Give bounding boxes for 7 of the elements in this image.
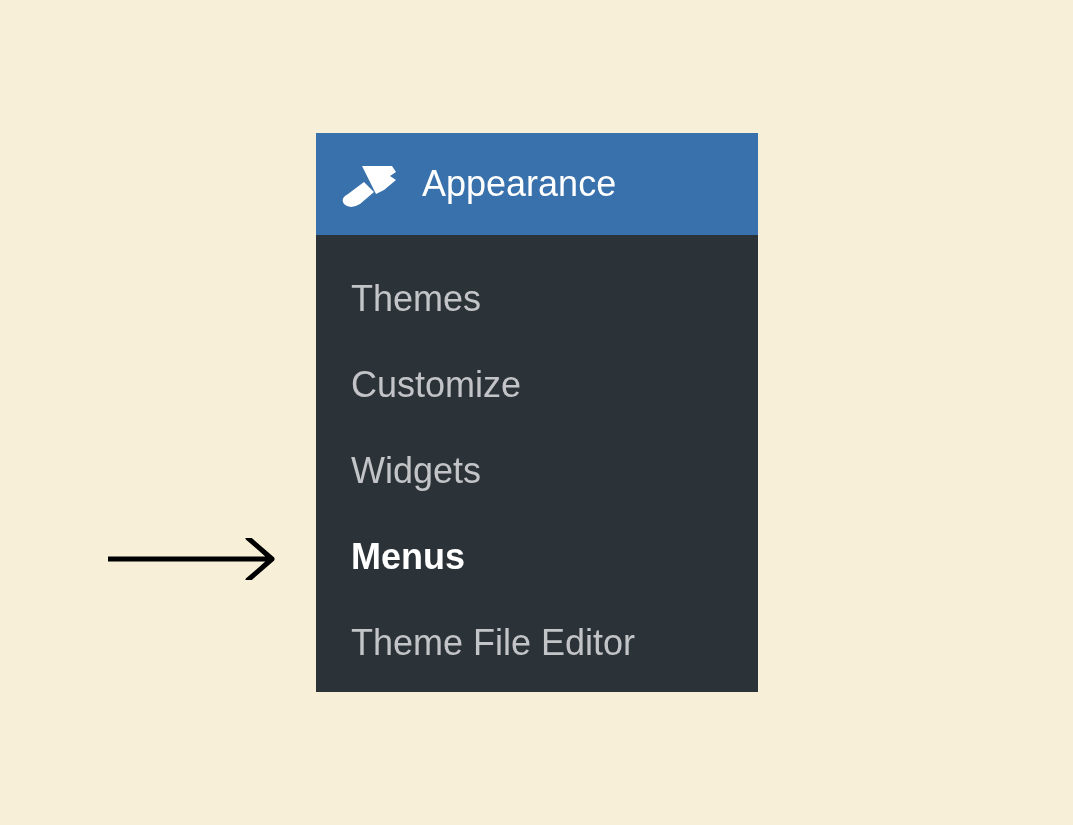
menu-item[interactable]: Widgets (351, 453, 482, 489)
menu-item[interactable]: Theme File Editor (351, 625, 636, 661)
menu-item[interactable]: Customize (351, 367, 522, 403)
menu-title: Appearance (422, 166, 617, 202)
menu-item[interactable]: Menus (351, 539, 465, 575)
menu-item[interactable]: Themes (351, 281, 482, 317)
menu-header[interactable]: Appearance (316, 133, 758, 235)
